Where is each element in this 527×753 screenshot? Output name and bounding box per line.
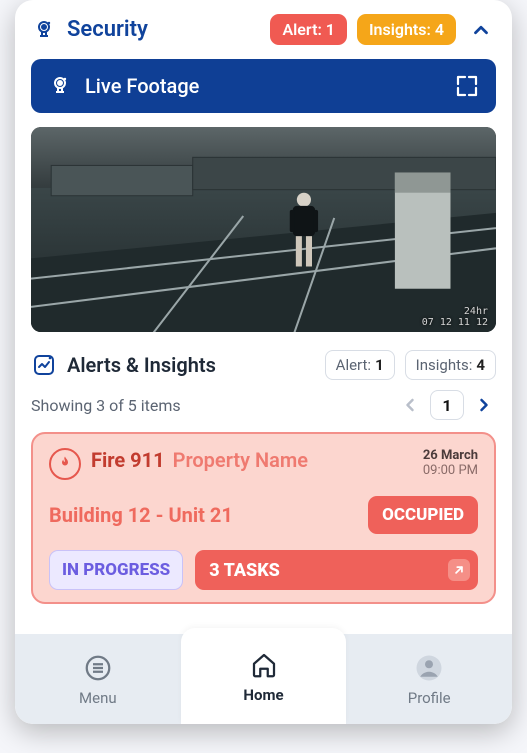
expand-icon[interactable] bbox=[454, 73, 480, 99]
prev-page-button[interactable] bbox=[398, 393, 422, 417]
nav-home[interactable]: Home bbox=[181, 628, 347, 724]
pager: 1 bbox=[398, 390, 496, 420]
video-timestamp-time: 07 12 11 12 bbox=[422, 317, 488, 328]
home-icon bbox=[247, 648, 281, 682]
security-section-header: Security Alert: 1 Insights: 4 bbox=[31, 14, 496, 45]
alert-badge-label: Alert: bbox=[282, 20, 321, 39]
alert-location: Building 12 - Unit 21 bbox=[49, 503, 358, 527]
next-page-button[interactable] bbox=[472, 393, 496, 417]
alert-title: Fire 911 bbox=[91, 448, 165, 472]
current-page[interactable]: 1 bbox=[430, 390, 464, 420]
nav-menu-label: Menu bbox=[79, 689, 117, 707]
alert-datetime: 26 March 09:00 PM bbox=[423, 448, 478, 478]
nav-profile[interactable]: Profile bbox=[346, 634, 512, 724]
video-timestamp-mode: 24hr bbox=[422, 306, 488, 317]
profile-icon bbox=[412, 651, 446, 685]
alert-count-badge[interactable]: Alert: 1 bbox=[270, 14, 346, 45]
alert-chip-count: 1 bbox=[375, 356, 384, 374]
insights-badge-count: 4 bbox=[435, 20, 444, 39]
insights-chip-label: Insights: bbox=[416, 356, 473, 374]
alert-time: 09:00 PM bbox=[423, 463, 478, 478]
occupied-badge: OCCUPIED bbox=[368, 496, 478, 534]
camera-icon bbox=[47, 73, 73, 99]
nav-profile-label: Profile bbox=[408, 689, 451, 707]
bottom-nav: Menu Home Profile bbox=[15, 634, 512, 724]
status-badge: IN PROGRESS bbox=[49, 550, 183, 590]
live-footage-title: Live Footage bbox=[85, 74, 199, 98]
tasks-button[interactable]: 3 TASKS bbox=[195, 550, 478, 590]
showing-text: Showing 3 of 5 items bbox=[31, 396, 181, 415]
nav-home-label: Home bbox=[243, 686, 283, 704]
menu-icon bbox=[81, 651, 115, 685]
fire-icon bbox=[49, 448, 81, 480]
alert-chip-label: Alert: bbox=[336, 356, 371, 374]
camera-icon bbox=[31, 17, 57, 43]
expand-tasks-icon[interactable] bbox=[448, 559, 470, 581]
alert-badge-count: 1 bbox=[326, 20, 335, 39]
nav-menu[interactable]: Menu bbox=[15, 634, 181, 724]
live-footage-header[interactable]: Live Footage bbox=[31, 59, 496, 113]
chart-icon bbox=[31, 352, 57, 378]
insights-count-badge[interactable]: Insights: 4 bbox=[357, 14, 456, 45]
collapse-section-button[interactable] bbox=[466, 15, 496, 45]
alert-filter-chip[interactable]: Alert: 1 bbox=[325, 350, 395, 380]
insights-badge-label: Insights: bbox=[369, 20, 431, 39]
pagination-row: Showing 3 of 5 items 1 bbox=[31, 390, 496, 420]
video-timestamp: 24hr 07 12 11 12 bbox=[422, 306, 488, 328]
alerts-insights-header: Alerts & Insights Alert: 1 Insights: 4 bbox=[31, 350, 496, 380]
alert-property-name: Property Name bbox=[173, 448, 308, 472]
insights-chip-count: 4 bbox=[476, 356, 485, 374]
tasks-label: 3 TASKS bbox=[209, 560, 280, 581]
live-footage-video[interactable]: 24hr 07 12 11 12 bbox=[31, 127, 496, 332]
alert-card[interactable]: Fire 911 Property Name 26 March 09:00 PM… bbox=[31, 432, 496, 604]
alert-date: 26 March bbox=[423, 448, 478, 463]
alerts-insights-title: Alerts & Insights bbox=[67, 353, 216, 377]
insights-filter-chip[interactable]: Insights: 4 bbox=[405, 350, 496, 380]
section-title: Security bbox=[67, 17, 148, 42]
